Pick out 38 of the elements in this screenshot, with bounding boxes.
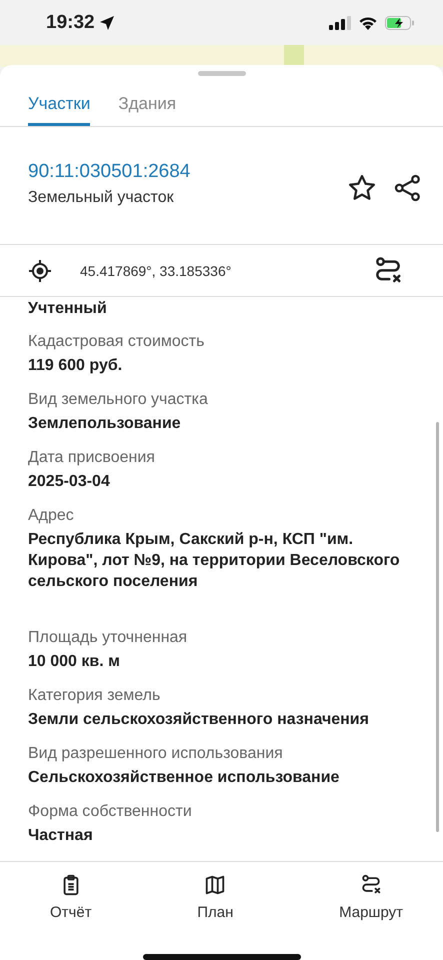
share-icon[interactable]	[393, 173, 423, 203]
drag-handle[interactable]	[198, 71, 246, 76]
signal-icon	[329, 16, 351, 30]
field-label: Вид земельного участка	[28, 390, 209, 410]
scrollbar[interactable]	[436, 422, 439, 832]
route-icon[interactable]	[373, 256, 403, 286]
field-value: Сельскохозяйственное использование	[28, 768, 340, 788]
battery-icon	[385, 16, 415, 30]
field-label: Категория земель	[28, 686, 162, 706]
field-value: Частная	[28, 826, 94, 846]
nav-item[interactable]: Отчёт	[50, 874, 92, 934]
nav-item[interactable]: План	[197, 874, 234, 934]
tab[interactable]: Здания	[118, 76, 176, 126]
field-value: 10 000 кв. м	[28, 652, 121, 672]
field-value: 2025-03-04	[28, 472, 111, 492]
field-value: Земли сельскохозяйственного назначения	[28, 710, 370, 730]
object-type: Земельный участок	[28, 189, 175, 207]
field-value: Землепользование	[28, 414, 182, 434]
field-value: Республика Крым, Сакский р-н, КСП "им. Кирова", лот №9, на территории Веселовского сельского поселения	[28, 530, 401, 592]
crosshair-icon[interactable]	[28, 258, 52, 282]
clock: 19:32	[46, 12, 95, 34]
cadastral-number: 90:11:030501:2684	[28, 161, 192, 183]
field-label: Дата присвоения	[28, 448, 156, 468]
route-icon[interactable]	[360, 874, 382, 896]
field-value: 119 600 руб.	[28, 356, 124, 376]
star-icon[interactable]	[347, 173, 377, 203]
coordinates: 45.417869°, 33.185336°	[80, 262, 232, 278]
location-arrow-icon	[98, 14, 115, 30]
field-label: Вид разрешенного использования	[28, 744, 284, 764]
map-icon	[204, 874, 226, 896]
field-label: Форма собственности	[28, 802, 193, 822]
wifi-icon	[358, 16, 378, 30]
field-value: Учтенный	[28, 299, 108, 318]
tab[interactable]: Участки	[28, 76, 90, 126]
field-label: Площадь уточненная	[28, 628, 188, 648]
field-label: Кадастровая стоимость	[28, 332, 206, 352]
nav-item[interactable]: Маршрут	[339, 874, 403, 934]
field-label: Адрес	[28, 506, 75, 526]
